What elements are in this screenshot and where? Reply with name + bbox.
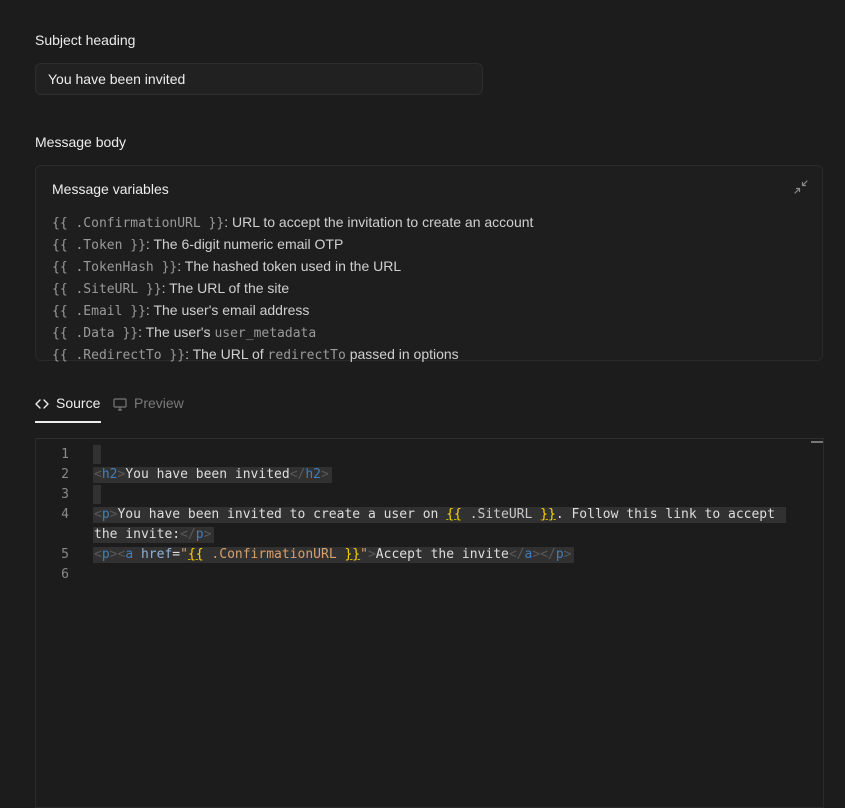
variable-desc: : The URL of the site [161, 280, 290, 296]
message-variables-panel: Message variables {{ .ConfirmationURL }}… [35, 165, 823, 363]
tab-source-label: Source [56, 395, 101, 411]
tab-preview-label: Preview [134, 395, 184, 411]
subject-input[interactable] [35, 63, 483, 95]
variable-desc: : The URL of [185, 346, 268, 362]
variable-row: {{ .SiteURL }}: The URL of the site [52, 278, 533, 300]
variable-code: {{ .SiteURL }} [52, 282, 162, 297]
variable-code: {{ .Token }} [52, 238, 146, 253]
line-number: 2 [61, 467, 69, 482]
message-body-label: Message body [35, 134, 127, 150]
message-variables-title: Message variables [52, 181, 169, 197]
code-line [93, 485, 786, 505]
line-number: 1 [61, 447, 69, 462]
variable-row: {{ .Email }}: The user's email address [52, 300, 533, 322]
editor-scrollbar[interactable] [811, 441, 823, 443]
variable-inline-code: user_metadata [214, 326, 317, 341]
variable-row: {{ .RedirectTo }}: The URL of redirectTo… [52, 344, 533, 366]
code-line: <p>You have been invited to create a use… [93, 505, 786, 525]
variable-row: {{ .Data }}: The user's user_metadata [52, 322, 533, 344]
code-content[interactable]: <h2>You have been invited</h2> <p>You hav… [93, 445, 786, 585]
code-line [93, 445, 786, 465]
message-variables-list: {{ .ConfirmationURL }}: URL to accept th… [52, 212, 533, 366]
code-line: <p><a href="{{ .ConfirmationURL }}">Acce… [93, 545, 786, 565]
code-line: the invite:</p> [93, 525, 786, 545]
variable-desc: : The user's [138, 324, 215, 340]
subject-label: Subject heading [35, 32, 136, 48]
monitor-icon [113, 398, 127, 411]
variable-row: {{ .Token }}: The 6-digit numeric email … [52, 234, 533, 256]
line-number: 4 [61, 507, 69, 522]
variable-code: {{ .Data }} [52, 326, 139, 341]
tab-preview[interactable]: Preview [113, 395, 184, 421]
code-line: <h2>You have been invited</h2> [93, 465, 786, 485]
line-number: 5 [61, 547, 69, 562]
variable-row: {{ .ConfirmationURL }}: URL to accept th… [52, 212, 533, 234]
tab-source[interactable]: Source [35, 395, 101, 423]
variable-code: {{ .Email }} [52, 304, 146, 319]
variable-inline-code: redirectTo [267, 348, 346, 363]
variable-row: {{ .TokenHash }}: The hashed token used … [52, 256, 533, 278]
variable-desc: : The hashed token used in the URL [177, 258, 402, 274]
variable-code: {{ .TokenHash }} [52, 260, 178, 275]
variable-desc: : URL to accept the invitation to create… [224, 214, 534, 230]
variable-code: {{ .ConfirmationURL }} [52, 216, 225, 231]
code-editor[interactable]: 1 2 3 4 4 5 6 <h2>You have been invited<… [35, 438, 824, 808]
line-numbers: 1 2 3 4 4 5 6 [36, 445, 69, 585]
collapse-icon[interactable] [794, 180, 808, 194]
line-number: 6 [61, 567, 69, 582]
variable-code: {{ .RedirectTo }} [52, 348, 186, 363]
variable-desc: : The 6-digit numeric email OTP [145, 236, 344, 252]
variable-desc-tail: passed in options [345, 346, 459, 362]
variable-desc: : The user's email address [145, 302, 310, 318]
code-icon [35, 399, 49, 409]
line-number: 3 [61, 487, 69, 502]
